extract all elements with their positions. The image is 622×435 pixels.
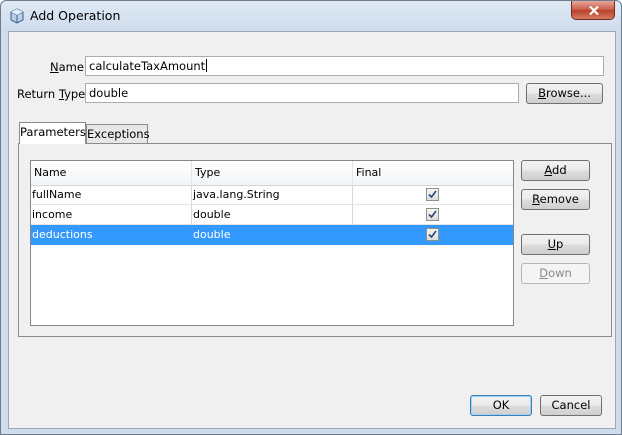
column-header-type[interactable]: Type [192,161,353,185]
remove-parameter-button[interactable]: Remove [521,189,590,210]
checkmark-icon [428,190,437,199]
table-row[interactable]: income double [31,205,513,225]
cell-final[interactable] [353,225,513,245]
cell-name[interactable]: deductions [31,225,192,245]
cell-type[interactable]: java.lang.String [192,185,353,205]
return-type-label: Return Type: [17,87,90,101]
tab-exceptions[interactable]: Exceptions [86,124,150,144]
window-title: Add Operation [30,8,121,23]
cell-type[interactable]: double [192,205,353,225]
browse-button[interactable]: Browse... [526,83,603,104]
close-button[interactable] [571,1,615,20]
table-row-selected[interactable]: deductions double [31,225,513,245]
move-up-button[interactable]: Up [521,234,590,255]
cell-final[interactable] [353,185,513,205]
name-input[interactable]: calculateTaxAmount [85,56,604,76]
return-type-value: double [89,86,129,100]
checkmark-icon [428,230,437,239]
cancel-button[interactable]: Cancel [540,395,602,416]
move-down-button[interactable]: Down [521,263,590,284]
parameters-table[interactable]: Name Type Final fullName java.lang.Strin… [30,160,514,326]
column-header-name[interactable]: Name [31,161,192,185]
final-checkbox[interactable] [426,208,439,221]
checkmark-icon [428,210,437,219]
cell-type[interactable]: double [192,225,353,245]
final-checkbox[interactable] [426,188,439,201]
column-header-final[interactable]: Final [353,161,513,185]
return-type-input[interactable]: double [85,83,519,103]
title-bar[interactable]: Add Operation [1,1,621,31]
text-caret [206,59,208,72]
name-label-text: Name: [50,60,88,74]
add-parameter-button[interactable]: Add [521,160,590,181]
name-input-value: calculateTaxAmount [89,59,206,73]
final-checkbox[interactable] [426,228,439,241]
cell-name[interactable]: fullName [31,185,192,205]
cell-name[interactable]: income [31,205,192,225]
cell-final[interactable] [353,205,513,225]
java-bean-cube-icon [9,8,25,24]
close-icon [589,5,599,16]
table-header: Name Type Final [31,161,513,186]
name-label: Name: [50,60,88,74]
tab-parameters[interactable]: Parameters [19,122,86,144]
ok-button[interactable]: OK [470,395,532,416]
table-row[interactable]: fullName java.lang.String [31,185,513,205]
